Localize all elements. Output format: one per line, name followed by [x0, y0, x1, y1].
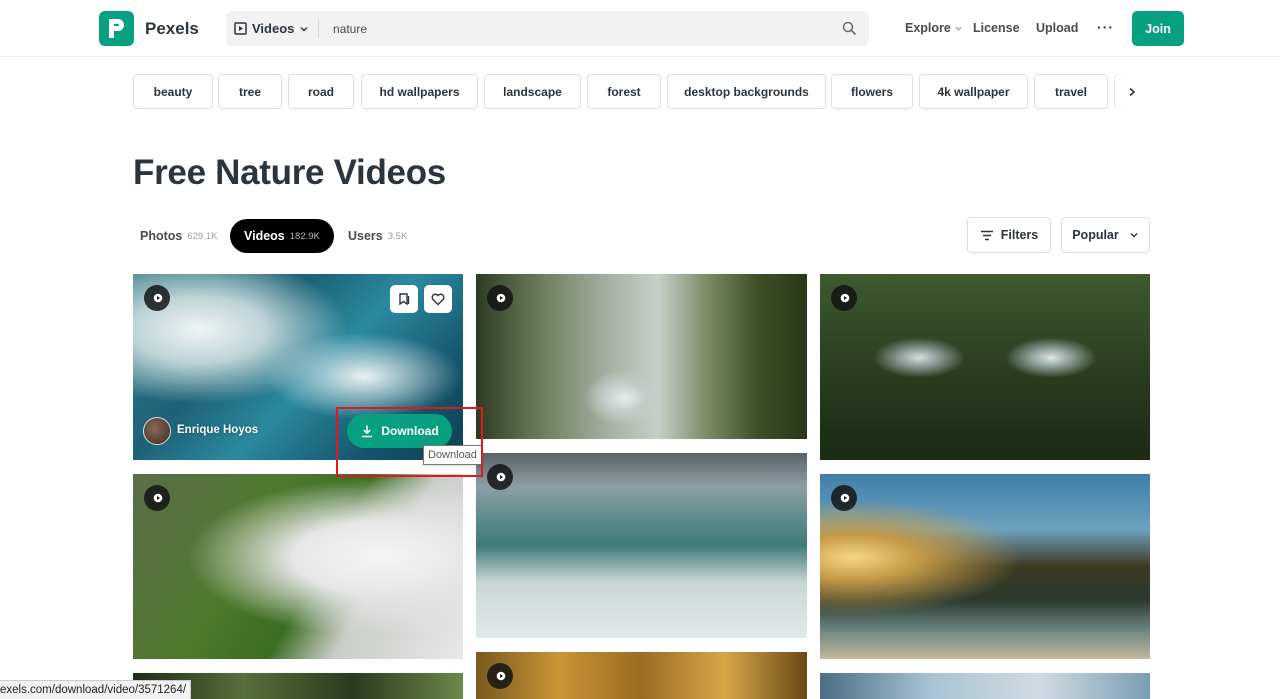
play-icon: [487, 285, 513, 311]
related-tags: beauty tree road hd wallpapers landscape…: [133, 74, 1150, 109]
tag-chip[interactable]: landscape: [484, 74, 581, 109]
tab-videos-label: Videos: [244, 229, 285, 243]
tab-photos[interactable]: Photos 629.1K: [140, 219, 217, 253]
tab-videos-count: 182.9K: [289, 230, 320, 242]
video-card[interactable]: [476, 652, 807, 699]
pexels-logo-icon[interactable]: [99, 11, 134, 46]
tab-videos[interactable]: Videos 182.9K: [230, 219, 334, 253]
more-menu-icon[interactable]: ···: [1097, 19, 1114, 35]
tab-users[interactable]: Users 3.5K: [348, 219, 407, 253]
chevron-down-icon: [1130, 233, 1138, 238]
filters-label: Filters: [1000, 228, 1039, 242]
video-card[interactable]: Enrique Hoyos Download: [133, 274, 463, 460]
nav-upload[interactable]: Upload: [1036, 21, 1078, 35]
brand-name[interactable]: Pexels: [145, 19, 199, 39]
status-bar-url: exels.com/download/video/3571264/: [0, 680, 192, 699]
video-card[interactable]: [820, 274, 1150, 460]
play-icon: [831, 285, 857, 311]
play-icon: [831, 485, 857, 511]
play-icon: [487, 464, 513, 490]
top-navbar: Pexels Videos Explore License Upload ···…: [0, 0, 1280, 57]
play-icon: [144, 285, 170, 311]
tag-chip[interactable]: forest: [587, 74, 661, 109]
join-button[interactable]: Join: [1132, 11, 1184, 46]
download-button[interactable]: Download: [347, 414, 452, 448]
search-type-dropdown[interactable]: Videos: [234, 11, 321, 46]
search-bar: Videos: [226, 11, 869, 46]
search-input[interactable]: [326, 11, 826, 46]
tag-chip[interactable]: beauty: [133, 74, 213, 109]
tag-chip[interactable]: tree: [218, 74, 282, 109]
chevron-down-icon: [300, 26, 308, 31]
video-card[interactable]: [476, 274, 807, 439]
download-tooltip: Download: [423, 445, 482, 465]
author-name[interactable]: Enrique Hoyos: [177, 424, 258, 436]
tags-next-arrow-icon[interactable]: [1113, 74, 1150, 109]
page-title: Free Nature Videos: [133, 153, 446, 192]
tag-chip[interactable]: road: [288, 74, 354, 109]
search-icon[interactable]: [842, 21, 857, 36]
nav-explore-label: Explore: [905, 21, 951, 35]
sort-label: Popular: [1072, 228, 1119, 242]
video-card[interactable]: [476, 453, 807, 638]
tab-photos-label: Photos: [140, 229, 183, 243]
download-label: Download: [381, 424, 439, 438]
filters-button[interactable]: Filters: [967, 217, 1051, 253]
search-divider: [318, 19, 319, 38]
filter-icon: [980, 230, 993, 240]
collect-icon[interactable]: [390, 285, 418, 313]
video-icon: [234, 22, 247, 35]
tag-chip[interactable]: travel: [1034, 74, 1108, 109]
nav-explore[interactable]: Explore: [905, 21, 963, 35]
tag-chip[interactable]: flowers: [831, 74, 913, 109]
download-icon: [362, 425, 373, 438]
nav-license[interactable]: License: [973, 21, 1020, 35]
video-card[interactable]: [133, 474, 463, 659]
tag-chip[interactable]: hd wallpapers: [361, 74, 478, 109]
play-icon: [144, 485, 170, 511]
tab-photos-count: 629.1K: [187, 230, 218, 242]
video-card[interactable]: [820, 474, 1150, 659]
sort-dropdown[interactable]: Popular: [1061, 217, 1150, 253]
tab-users-count: 3.5K: [387, 230, 408, 242]
chevron-down-icon: [955, 26, 962, 31]
search-type-label: Videos: [252, 21, 295, 36]
heart-icon[interactable]: [424, 285, 452, 313]
avatar[interactable]: [143, 417, 171, 445]
tag-chip[interactable]: 4k wallpaper: [919, 74, 1028, 109]
video-card[interactable]: [820, 673, 1150, 699]
tag-chip[interactable]: desktop backgrounds: [667, 74, 826, 109]
play-icon: [487, 663, 513, 689]
tab-users-label: Users: [348, 229, 383, 243]
